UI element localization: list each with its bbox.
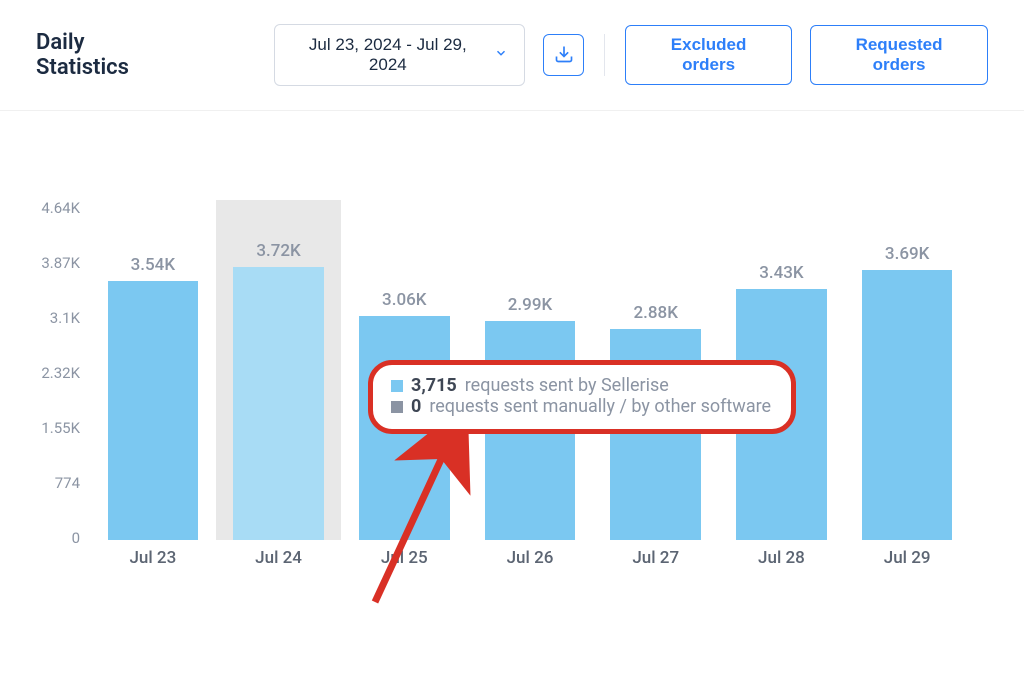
bar-slot[interactable]: 3.69K <box>844 200 970 540</box>
tooltip-value: 0 <box>411 396 421 417</box>
x-tick: Jul 27 <box>593 548 719 568</box>
x-tick: Jul 28 <box>719 548 845 568</box>
x-tick: Jul 23 <box>90 548 216 568</box>
legend-swatch-blue <box>391 380 403 392</box>
bar-value-label: 3.54K <box>131 255 175 275</box>
divider <box>604 34 605 76</box>
bar-value-label: 3.69K <box>885 244 929 264</box>
y-tick: 774 <box>55 474 80 492</box>
bar-value-label: 2.99K <box>508 295 552 315</box>
bar-value-label: 3.72K <box>256 241 300 261</box>
y-tick: 1.55K <box>41 419 80 437</box>
tooltip-row: 3,715 requests sent by Sellerise <box>391 375 771 396</box>
tooltip-text: requests sent manually / by other softwa… <box>429 396 771 417</box>
y-tick: 0 <box>72 529 80 547</box>
y-tick: 3.87K <box>41 254 80 272</box>
download-button[interactable] <box>543 34 584 76</box>
bar: 3.54K <box>108 281 199 540</box>
x-axis: Jul 23Jul 24Jul 25Jul 26Jul 27Jul 28Jul … <box>90 548 970 568</box>
bar-value-label: 2.88K <box>633 303 677 323</box>
page-title: Daily Statistics <box>36 30 178 80</box>
excluded-orders-button[interactable]: Excluded orders <box>625 25 792 85</box>
y-tick: 2.32K <box>41 364 80 382</box>
tooltip-text: requests sent by Sellerise <box>465 375 669 396</box>
bar: 3.69K <box>862 270 953 540</box>
date-range-label: Jul 23, 2024 - Jul 29, 2024 <box>291 35 484 75</box>
tooltip-row: 0 requests sent manually / by other soft… <box>391 396 771 417</box>
bar-slot[interactable]: 3.54K <box>90 200 216 540</box>
x-tick: Jul 29 <box>844 548 970 568</box>
date-range-selector[interactable]: Jul 23, 2024 - Jul 29, 2024 <box>274 24 525 86</box>
y-tick: 4.64K <box>41 199 80 217</box>
y-axis: 4.64K 3.87K 3.1K 2.32K 1.55K 774 0 <box>20 200 80 580</box>
x-tick: Jul 26 <box>467 548 593 568</box>
y-tick: 3.1K <box>50 309 80 327</box>
chevron-down-icon <box>494 45 508 65</box>
bar: 3.72K <box>233 267 324 540</box>
bar-value-label: 3.43K <box>759 263 803 283</box>
tooltip-value: 3,715 <box>411 375 457 396</box>
download-icon <box>554 44 574 67</box>
chart-tooltip: 3,715 requests sent by Sellerise 0 reque… <box>368 360 796 434</box>
requested-orders-button[interactable]: Requested orders <box>810 25 988 85</box>
annotation-arrow-icon <box>355 432 475 616</box>
header-bar: Daily Statistics Jul 23, 2024 - Jul 29, … <box>0 0 1024 111</box>
x-tick: Jul 24 <box>216 548 342 568</box>
bar-slot[interactable]: 3.72K <box>216 200 342 540</box>
legend-swatch-gray <box>391 401 403 413</box>
bar-value-label: 3.06K <box>382 290 426 310</box>
